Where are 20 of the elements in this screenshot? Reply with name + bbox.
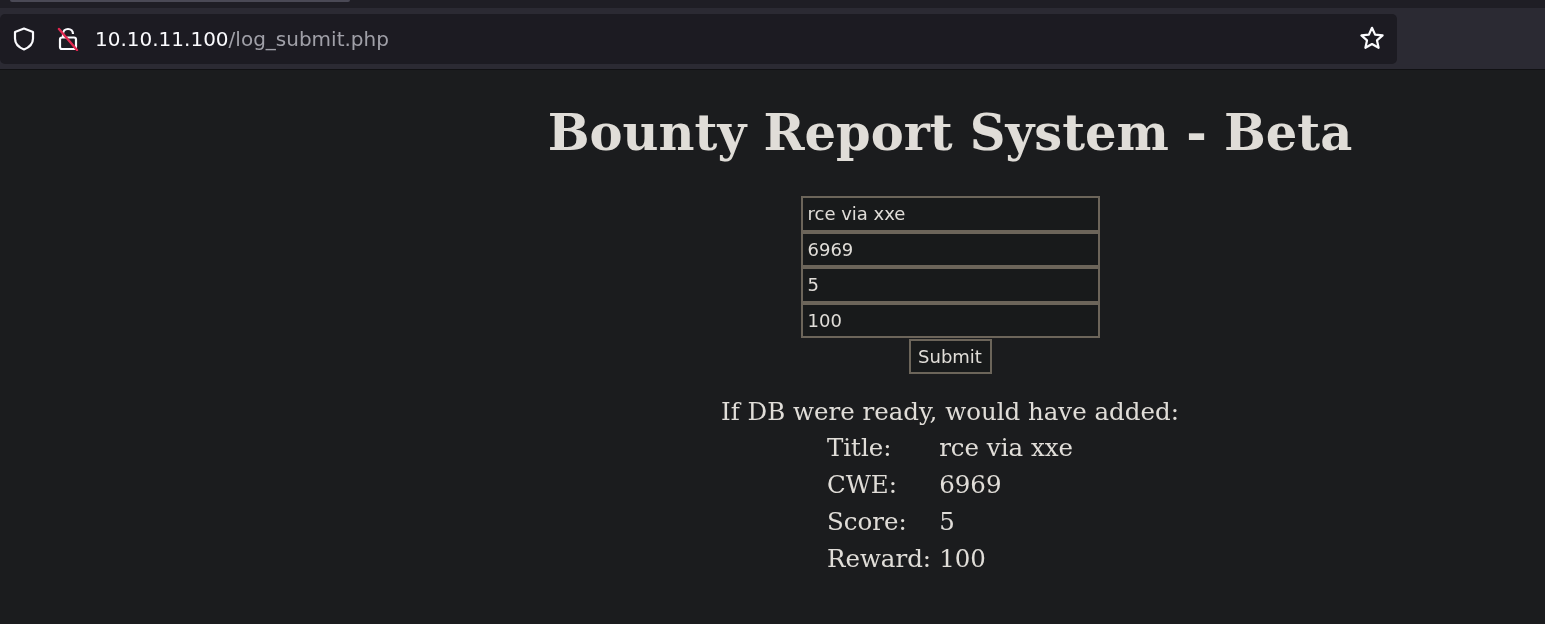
result-label: Title: [826, 432, 893, 464]
result-label: Reward: [826, 543, 932, 575]
result-label: Score: [826, 506, 908, 538]
result-intro-text: If DB were ready, would have added: [721, 398, 1179, 426]
bookmark-star-icon[interactable] [1359, 26, 1385, 51]
input-field[interactable]: rce via xxe [800, 196, 1100, 232]
submit-button[interactable]: Submit [908, 339, 992, 374]
result-value: rce via xxe [939, 432, 1074, 464]
result-label: CWE: [826, 469, 898, 501]
page-title: Bounty Report System - Beta [547, 104, 1353, 162]
input-field[interactable]: 100 [800, 302, 1100, 338]
result-value: 100 [939, 543, 987, 575]
input-field[interactable]: 5 [800, 267, 1100, 303]
input-field[interactable]: 6969 [800, 231, 1100, 267]
shield-icon[interactable] [13, 26, 35, 51]
crossed-lock-icon[interactable] [57, 26, 79, 51]
address-bar[interactable]: 10.10.11.100/log_submit.php [0, 13, 1397, 64]
result-value: 6969 [939, 469, 1003, 501]
url-text[interactable]: 10.10.11.100/log_submit.php [95, 26, 389, 51]
result-value: 5 [939, 506, 956, 538]
